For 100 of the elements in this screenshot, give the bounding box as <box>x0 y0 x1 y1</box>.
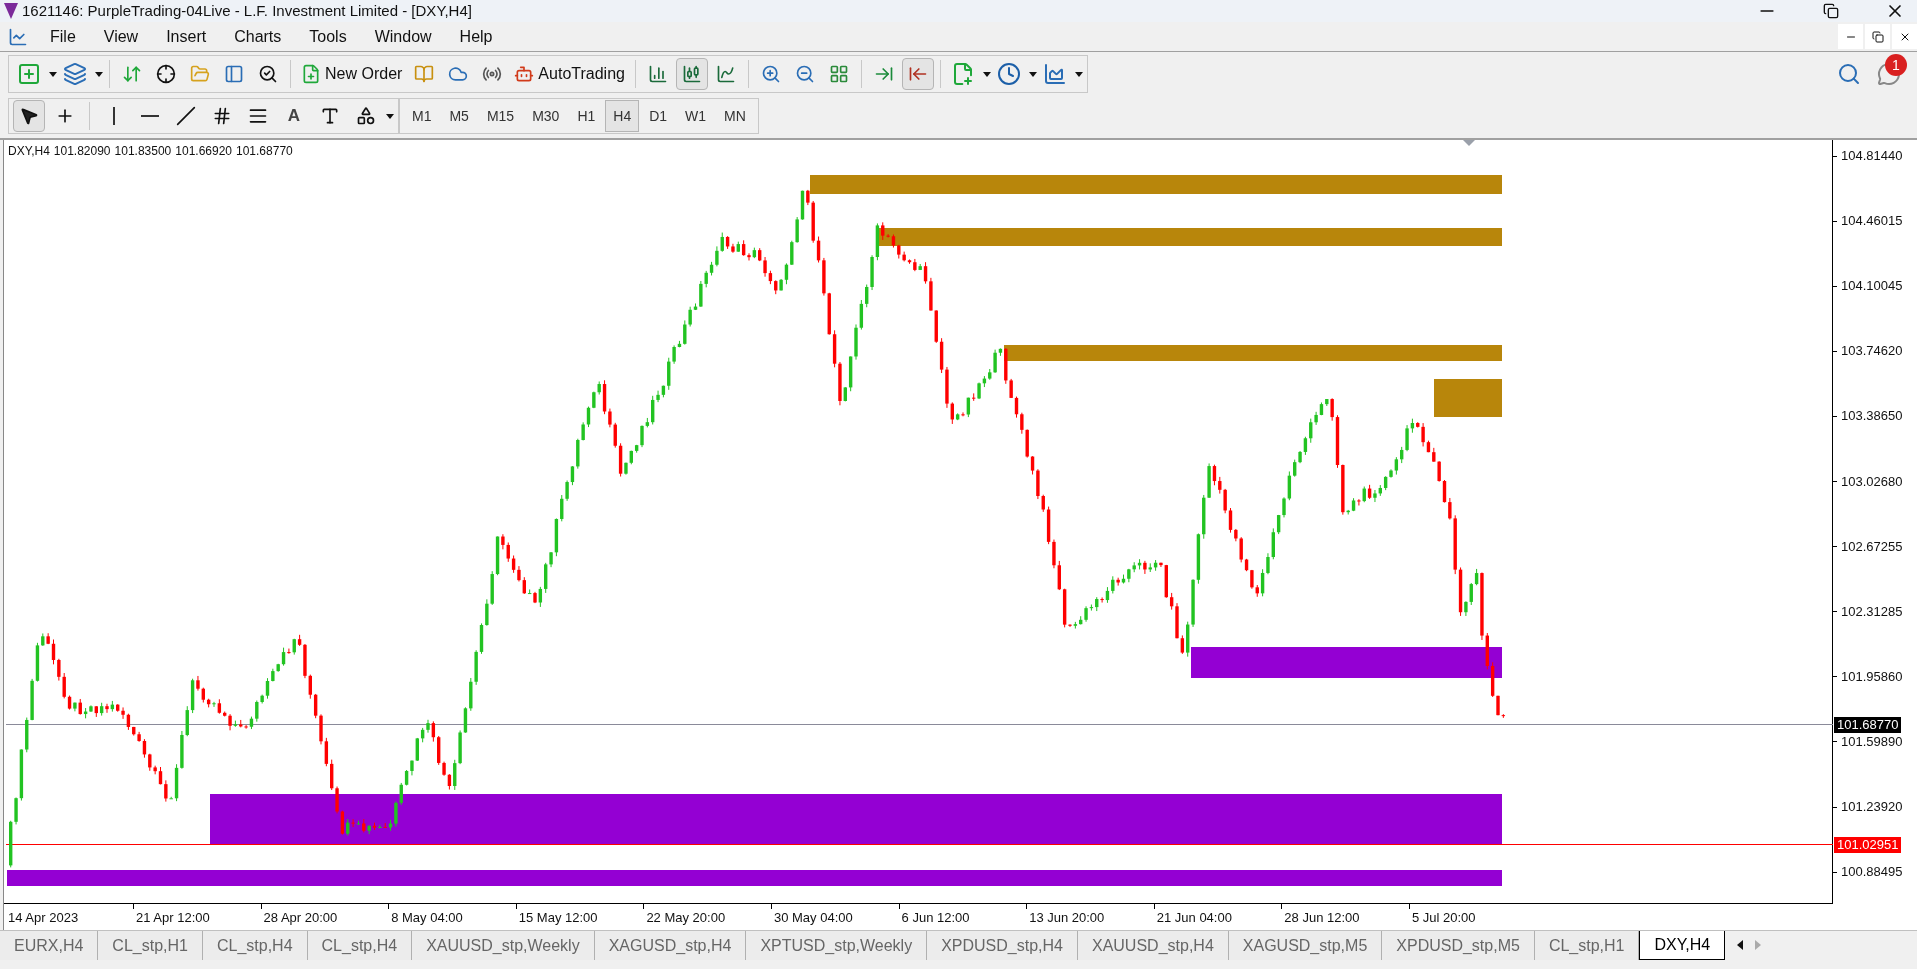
new-order-button[interactable]: New Order <box>297 58 407 90</box>
price-label: 104.10045 <box>1841 278 1903 295</box>
chart-tab[interactable]: XAGUSD_stp,H4 <box>594 931 747 960</box>
chart-tab[interactable]: DXY,H4 <box>1639 931 1726 960</box>
chart-shift-button[interactable] <box>901 58 934 90</box>
chart-tab[interactable]: XAGUSD_stp,M5 <box>1228 931 1383 960</box>
chart-tab[interactable]: CL_stp,H4 <box>307 931 413 960</box>
time-label: 14 Apr 2023 <box>8 909 79 927</box>
cursor-icon <box>19 106 39 126</box>
minimize-button[interactable] <box>1838 24 1863 49</box>
text-label-icon <box>320 106 340 126</box>
menu-item[interactable]: Charts <box>220 24 296 49</box>
time-label: 5 Jul 20:00 <box>1411 909 1476 927</box>
trend-line-icon <box>176 106 196 126</box>
bar-chart-icon <box>647 64 668 84</box>
window-title: 1621146: PurpleTrading-04Live - L.F. Investment Limited - [DXY,H4] <box>22 0 473 21</box>
chart-tab[interactable]: CL_stp,H4 <box>202 931 308 960</box>
menu-item[interactable]: View <box>89 24 153 49</box>
caret-icon[interactable] <box>1028 71 1037 77</box>
time-label: 13 Jun 20:00 <box>1029 909 1105 927</box>
menu-item[interactable]: Window <box>360 24 446 49</box>
period-button[interactable]: M5 <box>441 100 477 132</box>
time-label: 28 Apr 20:00 <box>263 909 338 927</box>
period-button[interactable]: D1 <box>641 100 676 132</box>
period-button[interactable]: M15 <box>478 100 523 132</box>
horizontal-line-icon <box>141 115 159 117</box>
zone-rectangle <box>1434 379 1502 417</box>
chart-tab[interactable]: XAUUSD_stp,Weekly <box>412 931 595 960</box>
caret-icon[interactable] <box>49 71 57 77</box>
profiles-icon <box>63 62 87 86</box>
text-tool-button[interactable]: A <box>278 100 310 132</box>
candlestick-button[interactable] <box>675 58 708 90</box>
caret-icon[interactable] <box>95 71 103 77</box>
price-label: 104.46015 <box>1841 213 1903 230</box>
search-icon[interactable] <box>1837 62 1861 86</box>
chart-area[interactable]: DXY,H4 101.82090 101.83500 101.66920 101.68770 <box>6 140 1833 903</box>
chart-window-icon[interactable] <box>8 26 28 47</box>
time-label: 30 May 04:00 <box>773 909 853 927</box>
chart-tab[interactable]: XPTUSD_stp,Weekly <box>746 931 928 960</box>
periods-icon <box>996 62 1021 86</box>
tile-windows-icon <box>828 64 849 84</box>
ohlc-value: 101.83500 <box>114 143 172 160</box>
price-label: 102.67255 <box>1841 538 1903 555</box>
price-label: 103.74620 <box>1841 343 1903 360</box>
lines-icon <box>248 106 268 126</box>
price-label: 101.95860 <box>1841 668 1903 685</box>
period-button[interactable]: M30 <box>524 100 568 132</box>
menu-item[interactable]: Insert <box>152 24 221 49</box>
period-button[interactable]: H1 <box>569 100 604 132</box>
cursor-button[interactable] <box>13 100 45 132</box>
period-button[interactable]: W1 <box>677 100 715 132</box>
zoom-out-icon <box>794 64 815 84</box>
channel-icon <box>212 106 232 126</box>
restore-button[interactable] <box>1865 24 1890 49</box>
shapes-icon <box>356 106 376 126</box>
robot-icon <box>514 64 535 84</box>
time-label: 21 Jun 04:00 <box>1156 909 1232 927</box>
chart-tab[interactable]: XPDUSD_stp,H4 <box>927 931 1078 960</box>
price-label: 100.88495 <box>1841 864 1903 881</box>
chart-tab[interactable]: CL_stp,H1 <box>98 931 203 960</box>
price-label: 103.02680 <box>1841 473 1903 490</box>
zoom-in-icon <box>760 64 781 84</box>
file-plus-icon <box>301 64 321 84</box>
chart-tab[interactable]: CL_stp,H1 <box>1534 931 1640 960</box>
price-label: 103.38650 <box>1841 408 1903 425</box>
caret-icon[interactable] <box>1074 71 1083 77</box>
period-button[interactable]: M1 <box>404 100 440 132</box>
price-marker: 101.68770 <box>1834 717 1902 733</box>
price-marker: 101.02951 <box>1834 837 1902 853</box>
new-chart-icon <box>17 62 41 86</box>
restore-icon <box>1871 30 1884 43</box>
caret-icon[interactable] <box>982 71 991 77</box>
price-label: 101.23920 <box>1841 799 1903 815</box>
data-window-icon <box>156 64 176 84</box>
app-logo-icon <box>4 3 18 19</box>
menu-item[interactable]: File <box>36 24 90 49</box>
maximize-icon[interactable] <box>1823 3 1839 19</box>
ohlc-value: 101.82090 <box>53 143 111 160</box>
price-label: 102.31285 <box>1841 603 1903 620</box>
chart-tab[interactable]: EURX,H4 <box>0 931 99 960</box>
time-label: 8 May 04:00 <box>391 909 463 927</box>
period-button[interactable]: H4 <box>605 100 640 132</box>
ohlc-value: 101.66920 <box>175 143 232 160</box>
caret-icon[interactable] <box>386 113 394 119</box>
chat-icon[interactable] <box>1877 62 1901 86</box>
auto-trading-button[interactable]: AutoTrading <box>510 58 629 90</box>
scroll-left-icon[interactable] <box>1737 940 1744 950</box>
menu-item[interactable]: Help <box>445 24 507 49</box>
menu-item[interactable]: Tools <box>295 24 361 49</box>
candlestick-icon <box>681 64 702 84</box>
time-label: 21 Apr 12:00 <box>136 909 210 927</box>
notification-badge: 1 <box>1885 54 1907 76</box>
chart-tab[interactable]: XAUUSD_stp,H4 <box>1077 931 1229 960</box>
period-button[interactable]: MN <box>716 100 754 132</box>
time-label: 22 May 20:00 <box>646 909 726 927</box>
price-label: 104.81440 <box>1841 148 1903 164</box>
vertical-line-icon <box>113 107 115 125</box>
templates-icon <box>1042 62 1067 86</box>
ohlc-value: 101.68770 <box>236 143 293 160</box>
chart-tab[interactable]: XPDUSD_stp,M5 <box>1382 931 1535 960</box>
